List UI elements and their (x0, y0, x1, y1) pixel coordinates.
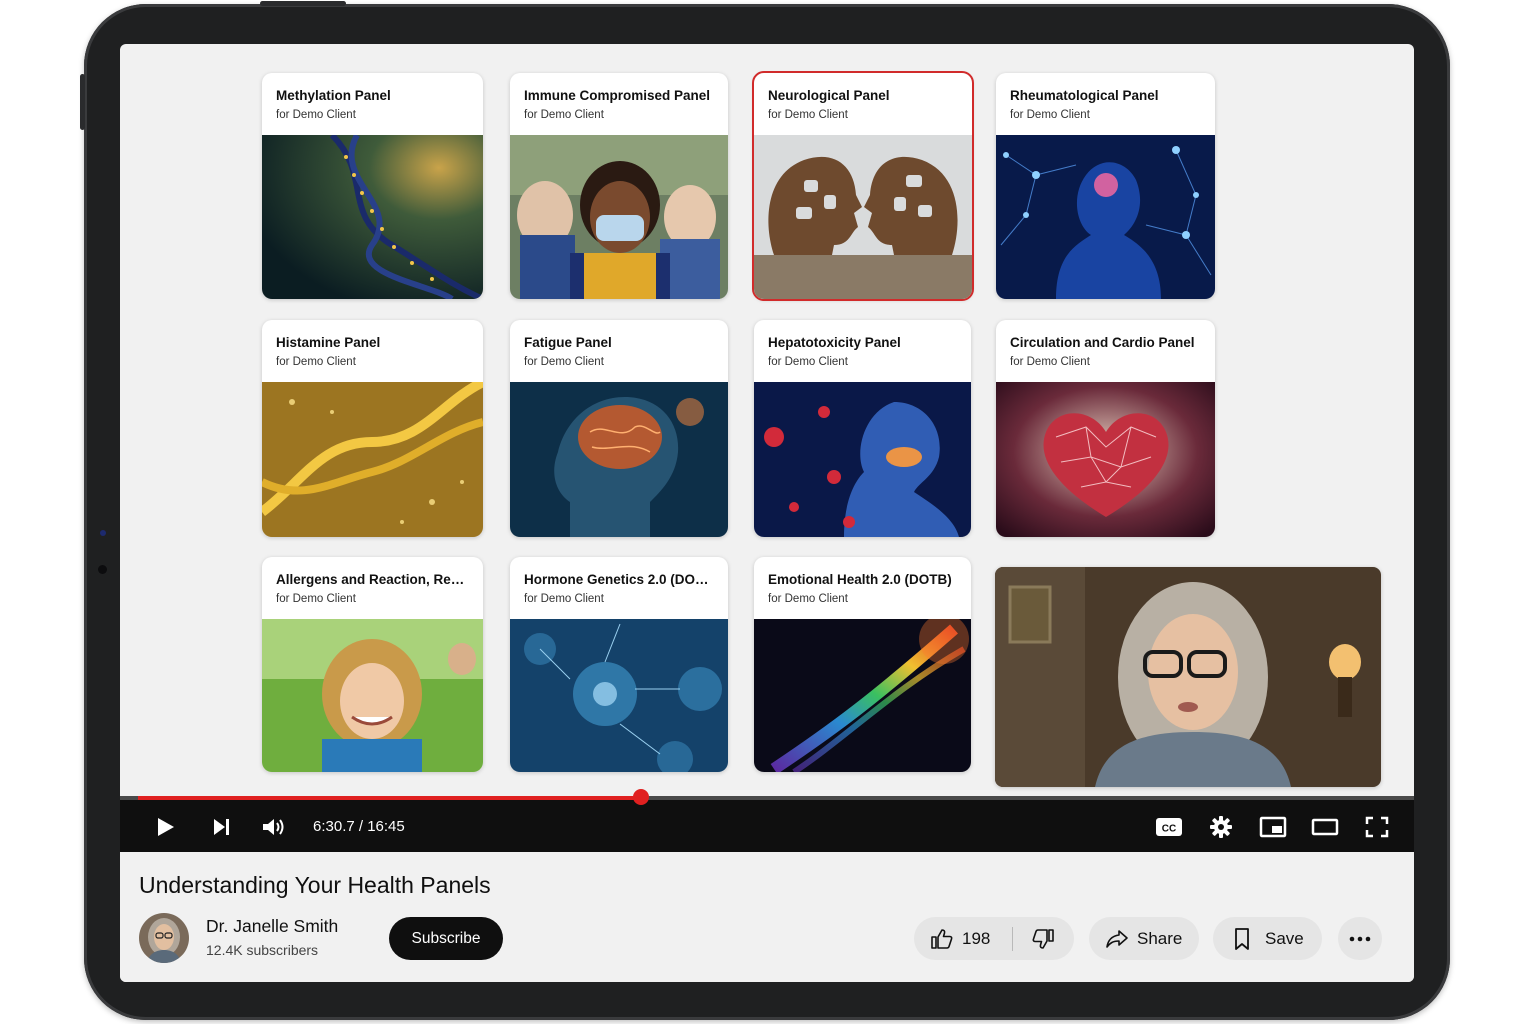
time-display: 6:30.7 / 16:45 (313, 818, 405, 835)
fullscreen-button[interactable] (1362, 812, 1392, 842)
panel-card-hepatotoxicity[interactable]: Hepatotoxicity Panel for Demo Client (754, 320, 971, 537)
card-subtitle: for Demo Client (276, 593, 356, 605)
panel-card-emotional-health[interactable]: Emotional Health 2.0 (DOTB) for Demo Clie… (754, 557, 971, 772)
rainbow-dna-image (754, 619, 971, 772)
share-label: Share (1137, 928, 1183, 948)
dislike-button[interactable] (1031, 927, 1055, 951)
more-actions-button[interactable] (1338, 917, 1382, 960)
glowing-brain-image (510, 382, 728, 537)
channel-name[interactable]: Dr. Janelle Smith (206, 916, 338, 937)
panel-card-hormone-genetics[interactable]: Hormone Genetics 2.0 (DOTB) for Demo Clie… (510, 557, 728, 772)
panel-card-circulation-cardio[interactable]: Circulation and Cardio Panel for Demo Cli… (996, 320, 1215, 537)
card-subtitle: for Demo Client (768, 593, 848, 605)
video-info: Understanding Your Health Panels Dr. Jan… (120, 852, 1414, 982)
panel-card-methylation[interactable]: Methylation Panel for Demo Client (262, 73, 483, 299)
card-subtitle: for Demo Client (524, 593, 604, 605)
like-count: 198 (962, 928, 991, 948)
play-icon (158, 818, 174, 836)
svg-text:CC: CC (1162, 824, 1176, 835)
next-button[interactable] (207, 812, 237, 842)
card-title: Immune Compromised Panel (524, 88, 711, 103)
card-subtitle: for Demo Client (524, 356, 604, 368)
like-dislike-group: 198 (914, 917, 1074, 960)
progress-played (138, 796, 642, 800)
neural-body-image (996, 135, 1215, 299)
panel-card-histamine[interactable]: Histamine Panel for Demo Client (262, 320, 483, 537)
card-title: Allergens and Reaction, Resi... (276, 572, 469, 587)
front-camera (98, 565, 107, 574)
screen: Methylation Panel for Demo Client Immune … (120, 44, 1414, 982)
panel-card-neurological[interactable]: Neurological Panel for Demo Client (752, 71, 974, 301)
card-subtitle: for Demo Client (524, 109, 604, 121)
theater-mode-button[interactable] (1309, 812, 1341, 842)
presenter-video-feed (995, 567, 1381, 787)
card-subtitle: for Demo Client (276, 109, 356, 121)
miniplayer-button[interactable] (1257, 812, 1289, 842)
card-title: Rheumatological Panel (1010, 88, 1159, 103)
like-divider (1012, 926, 1014, 951)
subscriber-count: 12.4K subscribers (206, 942, 319, 958)
mesh-heart-image (996, 382, 1215, 537)
card-title: Histamine Panel (276, 335, 381, 350)
like-button[interactable]: 198 (930, 927, 990, 951)
share-icon (1106, 929, 1128, 948)
card-subtitle: for Demo Client (1010, 356, 1090, 368)
cells-image (510, 619, 728, 772)
miniplayer-icon (1259, 816, 1287, 838)
child-field-image (262, 619, 483, 772)
volume-button-top (260, 1, 346, 6)
tablet-frame: Methylation Panel for Demo Client Immune … (80, 1, 1450, 1020)
video-title: Understanding Your Health Panels (139, 872, 491, 898)
card-title: Methylation Panel (276, 88, 391, 103)
settings-icon (1210, 816, 1232, 838)
card-title: Hepatotoxicity Panel (768, 335, 901, 350)
share-button[interactable]: Share (1089, 917, 1199, 960)
card-subtitle: for Demo Client (768, 109, 848, 121)
settings-button[interactable] (1206, 812, 1236, 842)
sensor-dot (100, 530, 106, 536)
card-subtitle: for Demo Client (1010, 109, 1090, 121)
liver-virus-image (754, 382, 971, 537)
golden-dna-image (262, 382, 483, 537)
card-title: Fatigue Panel (524, 335, 612, 350)
panel-card-fatigue[interactable]: Fatigue Panel for Demo Client (510, 320, 728, 537)
puzzle-heads-image (754, 135, 972, 299)
card-title: Emotional Health 2.0 (DOTB) (768, 572, 952, 587)
thumbs-up-icon (931, 928, 953, 949)
card-title: Neurological Panel (768, 88, 890, 103)
cc-icon: CC (1156, 818, 1182, 836)
card-subtitle: for Demo Client (276, 356, 356, 368)
card-subtitle: for Demo Client (768, 356, 848, 368)
thumbs-down-icon (1032, 928, 1055, 949)
play-button[interactable] (150, 812, 180, 842)
volume-button[interactable] (258, 812, 290, 842)
dna-helix-image (262, 135, 483, 299)
avatar[interactable] (139, 913, 189, 963)
children-masks-image (510, 135, 728, 299)
next-icon (214, 819, 229, 835)
panel-card-allergens[interactable]: Allergens and Reaction, Resi... for Demo … (262, 557, 483, 772)
subscribe-button[interactable]: Subscribe (389, 917, 503, 960)
card-title: Circulation and Cardio Panel (1010, 335, 1195, 350)
save-button[interactable]: Save (1213, 917, 1322, 960)
captions-button[interactable]: CC (1154, 812, 1184, 842)
save-label: Save (1265, 928, 1304, 948)
volume-icon (263, 819, 284, 835)
bookmark-icon (1235, 927, 1249, 950)
fullscreen-icon (1365, 816, 1389, 838)
card-title: Hormone Genetics 2.0 (DOTB) (524, 572, 714, 587)
side-button (80, 74, 85, 130)
panel-card-immune-compromised[interactable]: Immune Compromised Panel for Demo Client (510, 73, 728, 299)
theater-icon (1311, 818, 1339, 836)
more-horizontal-icon (1349, 936, 1371, 941)
panel-card-rheumatological[interactable]: Rheumatological Panel for Demo Client (996, 73, 1215, 299)
